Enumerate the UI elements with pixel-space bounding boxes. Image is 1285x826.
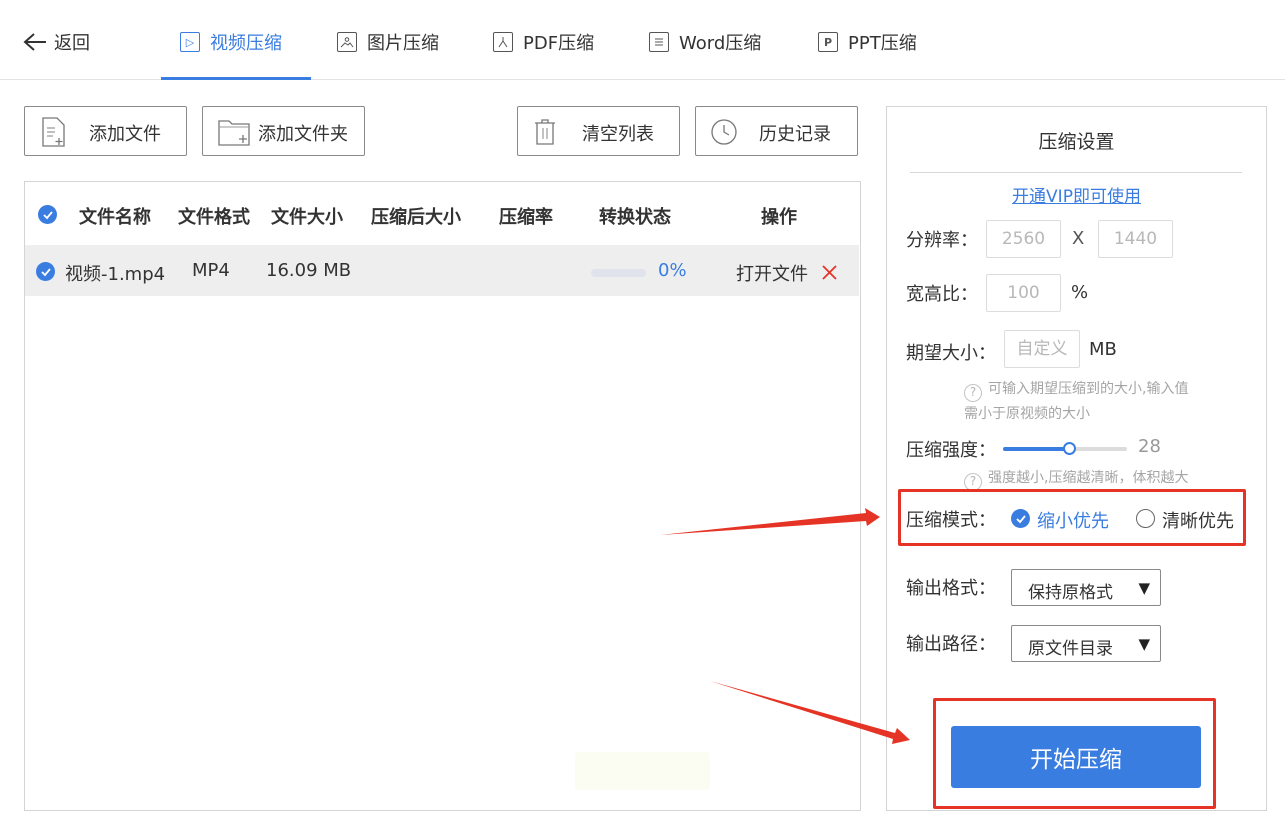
resolution-height-input[interactable]	[1098, 220, 1173, 258]
aspect-unit: %	[1071, 282, 1089, 303]
image-icon	[337, 32, 357, 52]
col-header-name[interactable]: 文件名称	[79, 203, 151, 229]
strength-slider[interactable]	[1003, 442, 1127, 455]
history-label: 历史记录	[759, 124, 831, 145]
add-file-label: 添加文件	[89, 124, 161, 145]
output-path-select[interactable]: 原文件目录 ▼	[1011, 625, 1161, 662]
output-path-label: 输出路径：	[906, 634, 996, 655]
col-header-compressed-size[interactable]: 压缩后大小	[371, 203, 461, 229]
tab-label: PDF压缩	[523, 33, 595, 54]
check-icon	[40, 267, 51, 276]
row-checkbox[interactable]	[36, 262, 55, 281]
col-header-action: 操作	[761, 207, 797, 228]
tab-pdf-compress[interactable]: PDF压缩	[493, 28, 594, 56]
add-folder-label: 添加文件夹	[258, 124, 348, 145]
check-icon	[42, 210, 53, 219]
word-icon	[649, 32, 669, 52]
annotation-box-start	[933, 698, 1216, 809]
progress-bar	[591, 269, 646, 277]
strength-value: 28	[1138, 436, 1161, 457]
resolution-x: X	[1072, 228, 1085, 249]
clear-list-label: 清空列表	[582, 124, 654, 145]
ppt-icon: P	[818, 32, 838, 52]
resolution-label: 分辨率：	[906, 230, 978, 251]
col-header-size[interactable]: 文件大小	[271, 203, 343, 229]
file-size: 16.09 MB	[266, 260, 352, 281]
select-all-checkbox[interactable]	[38, 205, 57, 224]
back-label: 返回	[54, 33, 90, 54]
question-icon: ?	[964, 472, 982, 491]
file-name: 视频-1.mp4	[65, 264, 166, 285]
dropdown-arrow-icon: ▼	[1138, 579, 1150, 597]
play-icon: ▷	[180, 32, 200, 52]
resolution-width-input[interactable]	[986, 220, 1061, 258]
add-folder-button[interactable]: 添加文件夹	[202, 106, 365, 156]
tab-label: 视频压缩	[210, 33, 282, 54]
output-format-label: 输出格式：	[906, 578, 996, 599]
add-file-button[interactable]: 添加文件	[24, 106, 187, 156]
pdf-icon	[493, 32, 513, 52]
tab-word-compress[interactable]: Word压缩	[649, 28, 761, 56]
col-header-status[interactable]: 转换状态	[599, 203, 671, 229]
tab-label: 图片压缩	[367, 33, 439, 54]
close-icon[interactable]	[822, 265, 837, 280]
col-header-format[interactable]: 文件格式	[178, 203, 250, 229]
file-format: MP4	[192, 260, 230, 281]
settings-title: 压缩设置	[1038, 131, 1115, 153]
strength-label: 压缩强度：	[906, 440, 996, 461]
tab-video-compress[interactable]: ▷ 视频压缩	[180, 28, 282, 56]
add-folder-icon	[218, 120, 250, 146]
target-size-unit: MB	[1089, 339, 1117, 360]
back-button[interactable]: 返回	[22, 28, 90, 56]
question-icon: ?	[964, 383, 982, 402]
output-format-select[interactable]: 保持原格式 ▼	[1011, 569, 1161, 606]
tab-image-compress[interactable]: 图片压缩	[337, 28, 439, 56]
tab-ppt-compress[interactable]: P PPT压缩	[818, 28, 917, 56]
annotation-box-mode	[898, 489, 1246, 546]
faint-overlay-button	[575, 752, 710, 790]
aspect-label: 宽高比：	[906, 284, 978, 305]
target-size-label: 期望大小：	[906, 343, 996, 364]
open-file-link[interactable]: 打开文件	[736, 260, 808, 286]
dropdown-arrow-icon: ▼	[1138, 635, 1150, 653]
tab-label: Word压缩	[679, 33, 762, 54]
active-tab-indicator	[161, 77, 311, 80]
trash-icon	[535, 119, 555, 145]
target-size-input[interactable]	[1004, 330, 1080, 368]
history-button[interactable]: 历史记录	[695, 106, 858, 156]
clear-list-button[interactable]: 清空列表	[517, 106, 680, 156]
vip-link[interactable]: 开通VIP即可使用	[886, 182, 1267, 207]
aspect-input[interactable]	[986, 274, 1061, 312]
add-file-icon	[42, 117, 65, 147]
progress-text: 0%	[658, 260, 687, 281]
clock-icon	[711, 119, 737, 145]
strength-slider-handle[interactable]	[1062, 442, 1076, 455]
strength-hint: ? 强度越小,压缩越清晰，体积越大	[964, 466, 1188, 491]
output-format-value: 保持原格式	[1028, 583, 1113, 603]
settings-divider	[910, 172, 1242, 173]
strength-slider-fill	[1003, 447, 1069, 451]
output-path-value: 原文件目录	[1028, 639, 1113, 659]
arrow-left-icon	[23, 33, 46, 51]
col-header-ratio[interactable]: 压缩率	[499, 203, 553, 229]
target-size-hint: ? 可输入期望压缩到的大小,输入值 需小于原视频的大小	[964, 381, 1189, 422]
tab-label: PPT压缩	[848, 33, 917, 54]
